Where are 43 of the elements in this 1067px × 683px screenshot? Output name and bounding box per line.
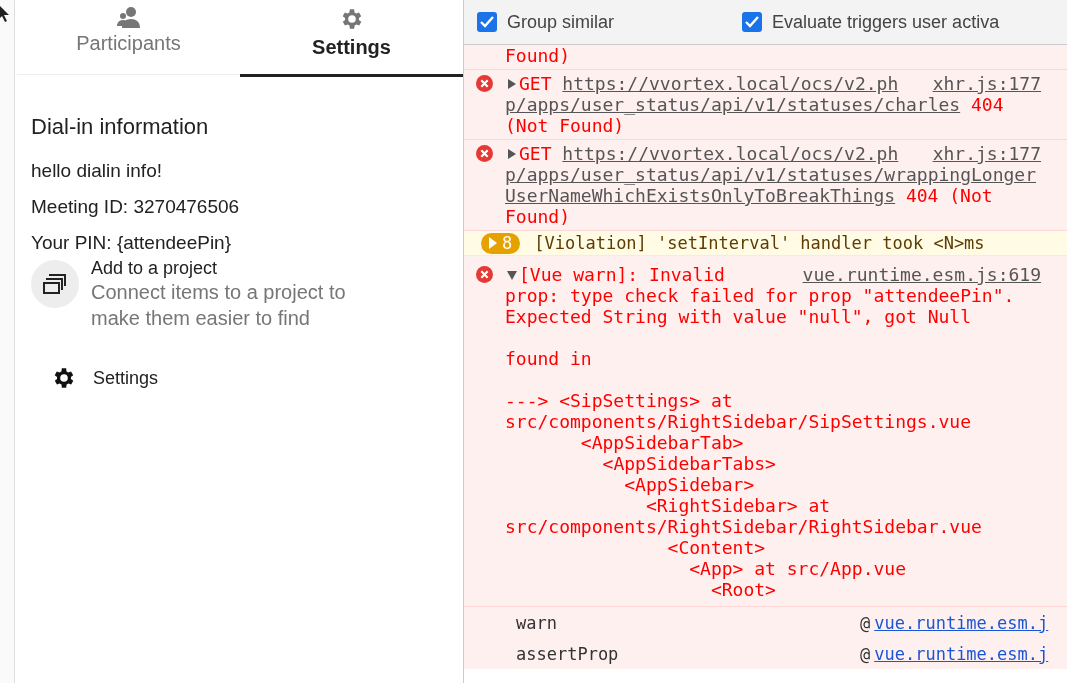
- status-text: (Not Found): [505, 115, 625, 136]
- project-title[interactable]: Add to a project: [91, 258, 391, 279]
- expand-arrow-icon[interactable]: [505, 268, 519, 281]
- source-link[interactable]: xhr.js:177: [907, 73, 1041, 94]
- status-text: 404 (Not: [905, 185, 993, 206]
- url-link[interactable]: p/apps/user_status/api/v1/statuses/wrappingLonger: [505, 164, 1036, 185]
- source-link[interactable]: vue.runtime.esm.j: [874, 643, 1049, 664]
- project-icon[interactable]: [31, 260, 79, 308]
- checkbox[interactable]: [742, 12, 763, 32]
- console-message: [Violation] 'setInterval' handler took <N>ms: [534, 233, 985, 253]
- sidebar-tab[interactable]: Participants: [17, 0, 240, 75]
- at-sign: @: [860, 643, 871, 664]
- status-text: 404: [970, 94, 1004, 115]
- function-name: warn: [516, 612, 557, 633]
- console-message: prop: type check failed for prop "attendeePin". Expected String with value "null", got Null found in ---> <SipSettings> at src/components/RightSidebar/SipSettings.vue <AppSidebarTab> <AppSidebarTabs> <AppSidebar> <RightSidebar> at src/components/RightSidebar/RightSidebar.vue <Content> <App> at src/App.vue <Root>: [505, 285, 1016, 600]
- source-link[interactable]: xhr.js:177: [907, 143, 1041, 164]
- cursor-icon: [0, 6, 10, 24]
- source-link[interactable]: vue.runtime.esm.j: [874, 612, 1049, 633]
- function-name: assertProp: [516, 643, 619, 664]
- at-sign: @: [860, 612, 871, 633]
- project-description: Connect items to a project to make them easier to find: [91, 280, 347, 331]
- status-text: Found): [505, 206, 571, 227]
- people-icon: [116, 6, 141, 28]
- info-text: hello dialin info!: [31, 160, 162, 181]
- option-label: Group similar: [507, 11, 615, 33]
- source-link[interactable]: vue.runtime.esm.js:619: [777, 264, 1041, 285]
- request-method: GET: [519, 73, 552, 94]
- section-heading: Dial-in information: [31, 114, 210, 140]
- error-icon: [476, 145, 493, 162]
- info-text: Meeting ID: 3270476506: [31, 196, 240, 217]
- checkbox[interactable]: [477, 12, 497, 32]
- console-message: Found): [505, 45, 572, 66]
- request-method: GET: [519, 143, 552, 164]
- info-text: Your PIN: {attendeePin}: [31, 232, 231, 253]
- url-link[interactable]: p/apps/user_status/api/v1/statuses/charles: [505, 94, 961, 115]
- error-icon: [476, 75, 493, 92]
- error-icon: [476, 266, 493, 283]
- url-link[interactable]: UserNameWhichExistsOnlyToBreakThings: [505, 185, 896, 206]
- url-link[interactable]: https://vvortex.local/ocs/v2.ph: [562, 143, 899, 164]
- settings-link[interactable]: Settings: [93, 367, 159, 389]
- url-link[interactable]: https://vvortex.local/ocs/v2.ph: [562, 73, 899, 94]
- option-label: Evaluate triggers user activa: [772, 11, 1000, 33]
- console-message: [Vue warn]: Invalid: [519, 264, 725, 285]
